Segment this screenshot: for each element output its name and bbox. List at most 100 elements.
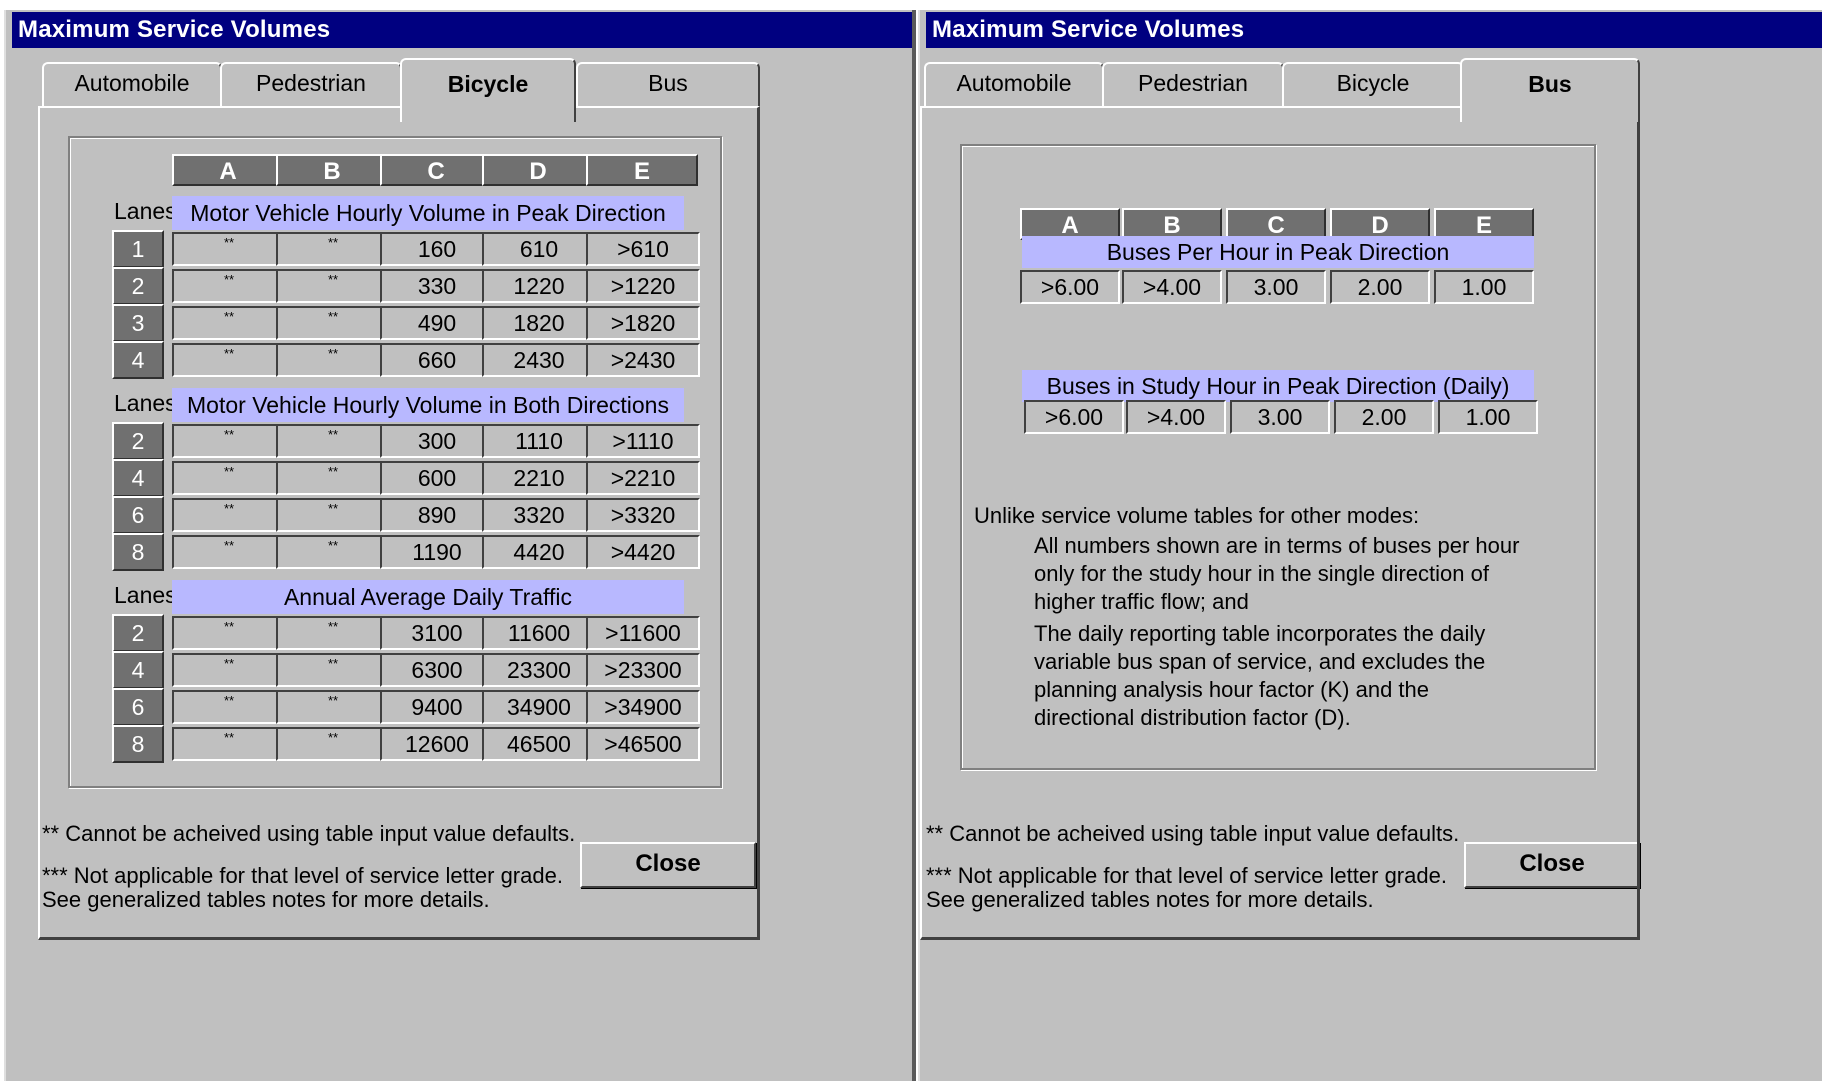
table-cell: **	[276, 461, 390, 495]
table-cell: >34900	[586, 690, 700, 724]
column-header-c: C	[380, 154, 492, 186]
lane-number: 2	[112, 614, 164, 652]
lane-number: 4	[112, 651, 164, 689]
table-cell: 12600	[380, 727, 494, 761]
table-cell: **	[172, 424, 286, 458]
table-cell: **	[276, 727, 390, 761]
table-cell: **	[276, 616, 390, 650]
bus-paragraph-2: The daily reporting table incorporates t…	[1034, 620, 1485, 732]
table-cell: 1190	[380, 535, 494, 569]
table-cell: >1220	[586, 269, 700, 303]
tab-bicycle[interactable]: Bicycle	[400, 58, 576, 122]
lane-number: 2	[112, 422, 164, 460]
tab-bus[interactable]: Bus	[576, 62, 760, 108]
table-cell: 3100	[380, 616, 494, 650]
section-title: Motor Vehicle Hourly Volume in Peak Dire…	[172, 196, 684, 230]
table-cell: >3320	[586, 498, 700, 532]
lanes-label: Lanes	[114, 582, 177, 608]
bicycle-window: Maximum Service Volumes Automobile Pedes…	[4, 10, 916, 1081]
column-header-d: D	[482, 154, 594, 186]
para2-line: variable bus span of service, and exclud…	[1034, 649, 1486, 674]
table-cell: 490	[380, 306, 494, 340]
table-cell: >23300	[586, 653, 700, 687]
table-cell: >46500	[586, 727, 700, 761]
table-cell: **	[172, 727, 286, 761]
table-cell: 1.00	[1438, 400, 1538, 434]
table-cell: 160	[380, 232, 494, 266]
table-cell: 1820	[482, 306, 596, 340]
table-cell: **	[172, 616, 286, 650]
table-cell: 1110	[482, 424, 596, 458]
table-cell: **	[276, 498, 390, 532]
table-cell: **	[172, 461, 286, 495]
table-cell: 34900	[482, 690, 596, 724]
lane-number: 1	[112, 230, 164, 268]
table-cell: >2430	[586, 343, 700, 377]
tab-pedestrian[interactable]: Pedestrian	[220, 62, 402, 108]
bus-window: Maximum Service Volumes Automobile Pedes…	[918, 10, 1822, 1081]
table-cell: 23300	[482, 653, 596, 687]
para2-line: planning analysis hour factor (K) and th…	[1034, 677, 1430, 702]
table-cell: **	[172, 269, 286, 303]
table-cell: 3.00	[1226, 270, 1326, 304]
table-cell: 2.00	[1330, 270, 1430, 304]
table-cell: 2.00	[1334, 400, 1434, 434]
tab-bicycle[interactable]: Bicycle	[1282, 62, 1464, 108]
table-cell: >11600	[586, 616, 700, 650]
lane-number: 4	[112, 341, 164, 379]
column-header-b: B	[276, 154, 388, 186]
table-cell: >1110	[586, 424, 700, 458]
table-cell: 2210	[482, 461, 596, 495]
lane-number: 6	[112, 496, 164, 534]
table-cell: 300	[380, 424, 494, 458]
table-cell: >4.00	[1122, 270, 1222, 304]
tab-bus[interactable]: Bus	[1460, 58, 1640, 122]
table-cell: **	[276, 343, 390, 377]
lanes-label: Lanes	[114, 390, 177, 416]
section-title: Buses Per Hour in Peak Direction	[1022, 236, 1534, 268]
tab-automobile[interactable]: Automobile	[924, 62, 1104, 108]
lanes-label: Lanes	[114, 198, 177, 224]
table-cell: **	[172, 232, 286, 266]
volume-table-frame: A B C D E Lanes Motor Vehicle Hourly Volume in…	[68, 136, 722, 788]
table-cell: 2430	[482, 343, 596, 377]
tab-pedestrian[interactable]: Pedestrian	[1102, 62, 1284, 108]
column-header-e: E	[586, 154, 698, 186]
section-title: Annual Average Daily Traffic	[172, 580, 684, 614]
para2-line: The daily reporting table incorporates t…	[1034, 621, 1486, 646]
table-cell: **	[276, 424, 390, 458]
lane-number: 8	[112, 725, 164, 763]
table-cell: 330	[380, 269, 494, 303]
table-cell: 6300	[380, 653, 494, 687]
table-cell: >6.00	[1020, 270, 1120, 304]
window-title: Maximum Service Volumes	[926, 12, 1822, 48]
bus-intro-text: Unlike service volume tables for other m…	[974, 503, 1420, 528]
table-cell: **	[276, 653, 390, 687]
table-cell: **	[276, 690, 390, 724]
table-cell: **	[276, 232, 390, 266]
table-cell: 660	[380, 343, 494, 377]
para2-line: directional distribution factor (D).	[1034, 705, 1351, 730]
lane-number: 8	[112, 533, 164, 571]
table-cell: >6.00	[1024, 400, 1124, 434]
lane-number: 2	[112, 267, 164, 305]
table-cell: 11600	[482, 616, 596, 650]
table-cell: 3320	[482, 498, 596, 532]
table-cell: **	[276, 306, 390, 340]
table-cell: **	[172, 535, 286, 569]
table-cell: 1.00	[1434, 270, 1534, 304]
table-cell: 600	[380, 461, 494, 495]
lane-number: 6	[112, 688, 164, 726]
tab-automobile[interactable]: Automobile	[42, 62, 222, 108]
table-cell: >1820	[586, 306, 700, 340]
table-cell: 46500	[482, 727, 596, 761]
table-cell: 1220	[482, 269, 596, 303]
lane-number: 4	[112, 459, 164, 497]
table-cell: 9400	[380, 690, 494, 724]
table-cell: >2210	[586, 461, 700, 495]
column-header-a: A	[172, 154, 284, 186]
table-cell: **	[172, 690, 286, 724]
bus-paragraph-1: All numbers shown are in terms of buses …	[1034, 532, 1519, 616]
table-cell: >610	[586, 232, 700, 266]
bus-table-frame: A B C D E Buses Per Hour in Peak Direction >6.…	[960, 144, 1596, 770]
